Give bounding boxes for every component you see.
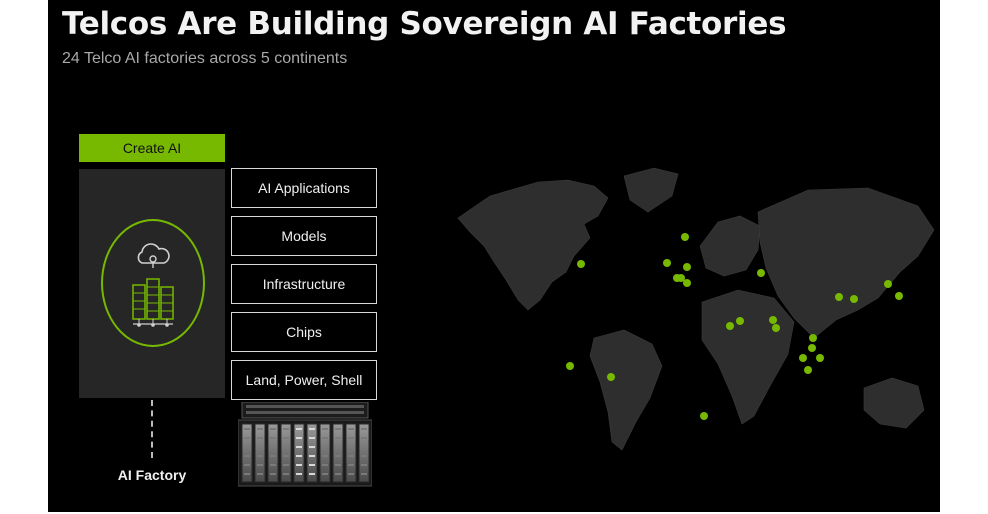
slide-subtitle: 24 Telco AI factories across 5 continent…: [62, 50, 348, 67]
create-ai-banner: Create AI: [79, 134, 225, 162]
location-dot-icon: [799, 354, 807, 362]
location-dot-icon: [677, 274, 685, 282]
location-dot-icon: [577, 260, 585, 268]
location-dot-icon: [663, 259, 671, 267]
data-center-rack-icon: [238, 402, 372, 487]
stack-layer-land-power-shell: Land, Power, Shell: [231, 360, 377, 400]
map-greenland: [623, 167, 679, 213]
location-dot-icon: [757, 269, 765, 277]
world-map-icon: [457, 167, 935, 451]
ai-factory-panel: [79, 169, 225, 398]
slide-title: Telcos Are Building Sovereign AI Factori…: [62, 6, 787, 42]
location-dot-icon: [804, 366, 812, 374]
map-europe: [699, 215, 761, 277]
stack-layer-ai-applications: AI Applications: [231, 168, 377, 208]
stack-layer-models: Models: [231, 216, 377, 256]
location-dot-icon: [736, 317, 744, 325]
location-dot-icon: [850, 295, 858, 303]
location-dot-icon: [769, 316, 777, 324]
slide: Telcos Are Building Sovereign AI Factori…: [48, 0, 940, 512]
map-south-america: [589, 329, 663, 451]
location-dot-icon: [895, 292, 903, 300]
server-rack-icon: [132, 278, 174, 327]
map-africa: [701, 289, 795, 425]
location-dot-icon: [772, 324, 780, 332]
create-ai-label: Create AI: [122, 140, 182, 156]
location-dot-icon: [816, 354, 824, 362]
location-dot-icon: [884, 280, 892, 288]
location-dot-icon: [700, 412, 708, 420]
stack-layer-chips: Chips: [231, 312, 377, 352]
cloud-icon: [137, 243, 170, 268]
location-dot-icon: [809, 334, 817, 342]
location-dot-icon: [566, 362, 574, 370]
ai-stack: AI Applications Models Infrastructure Ch…: [231, 168, 377, 408]
location-dot-icon: [726, 322, 734, 330]
location-dot-icon: [808, 344, 816, 352]
connector-dashed-line: [151, 400, 153, 458]
location-dot-icon: [835, 293, 843, 301]
map-north-america: [457, 179, 609, 311]
location-dot-icon: [681, 233, 689, 241]
location-dot-icon: [683, 263, 691, 271]
location-dot-icon: [607, 373, 615, 381]
map-australia: [863, 377, 925, 429]
ai-factory-label: AI Factory: [117, 467, 187, 483]
stack-layer-infrastructure: Infrastructure: [231, 264, 377, 304]
